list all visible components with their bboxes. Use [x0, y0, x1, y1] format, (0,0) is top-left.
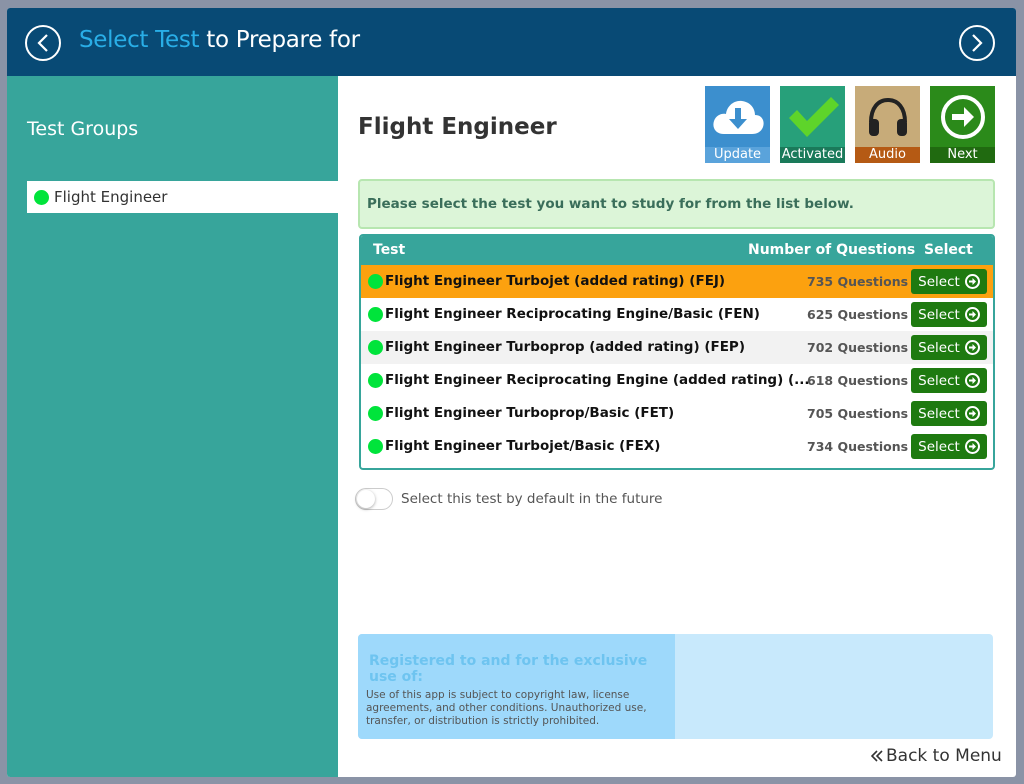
test-name: Flight Engineer Turboprop/Basic (FET)	[385, 405, 675, 421]
page-title: Select Test to Prepare for	[79, 27, 360, 53]
registration-box: Registered to and for the exclusive use …	[358, 634, 993, 739]
status-dot-icon	[368, 307, 383, 322]
select-button[interactable]: Select	[911, 434, 987, 459]
table-row[interactable]: Flight Engineer Turbojet/Basic (FEX) 734…	[361, 430, 993, 463]
test-name: Flight Engineer Reciprocating Engine/Bas…	[385, 306, 760, 322]
audio-button[interactable]: Audio	[855, 86, 920, 163]
status-dot-icon	[368, 439, 383, 454]
status-dot-icon	[368, 373, 383, 388]
select-button-label: Select	[918, 438, 960, 455]
column-header-count: Number of Questions	[748, 242, 916, 258]
arrow-circle-right-icon	[964, 340, 980, 355]
arrow-circle-right-icon	[964, 373, 980, 388]
checkmark-icon	[788, 96, 839, 137]
status-dot-icon	[368, 274, 383, 289]
select-button[interactable]: Select	[911, 269, 987, 294]
forward-button[interactable]	[959, 25, 995, 61]
select-button[interactable]: Select	[911, 335, 987, 360]
test-name: Flight Engineer Turbojet/Basic (FEX)	[385, 438, 661, 454]
header-bar: Select Test to Prepare for	[7, 8, 1016, 76]
question-count: 702 Questions	[807, 340, 909, 355]
table-row[interactable]: Flight Engineer Reciprocating Engine (ad…	[361, 364, 993, 397]
back-to-menu-link[interactable]: Back to Menu	[871, 746, 1002, 766]
select-button[interactable]: Select	[911, 401, 987, 426]
status-dot-icon	[368, 340, 383, 355]
test-table: Test Number of Questions Select Flight E…	[359, 234, 995, 470]
select-button[interactable]: Select	[911, 302, 987, 327]
test-name: Flight Engineer Turbojet (added rating) …	[385, 273, 726, 289]
next-label: Next	[930, 147, 995, 163]
test-name: Flight Engineer Turboprop (added rating)…	[385, 339, 745, 355]
question-count: 618 Questions	[807, 373, 909, 388]
activated-label: Activated	[780, 147, 845, 163]
double-chevron-left-icon	[871, 750, 883, 762]
arrow-circle-right-icon	[940, 94, 985, 139]
toggle-knob	[357, 490, 375, 508]
status-dot-icon	[368, 406, 383, 421]
registration-panel: Registered to and for the exclusive use …	[358, 634, 675, 739]
default-test-toggle[interactable]	[355, 488, 393, 510]
select-button[interactable]: Select	[911, 368, 987, 393]
audio-label: Audio	[855, 147, 920, 163]
chevron-right-icon	[972, 34, 983, 52]
page-title-accent: Select Test	[79, 27, 200, 53]
registration-title: Registered to and for the exclusive use …	[369, 653, 648, 685]
select-button-label: Select	[918, 372, 960, 389]
back-button[interactable]	[25, 25, 61, 61]
next-button[interactable]: Next	[930, 86, 995, 163]
update-button[interactable]: Update	[705, 86, 770, 163]
table-header: Test Number of Questions Select	[361, 236, 993, 265]
sidebar-heading: Test Groups	[27, 118, 139, 140]
headphones-icon	[868, 97, 907, 136]
table-row[interactable]: Flight Engineer Turboprop (added rating)…	[361, 331, 993, 364]
sidebar: Test Groups Flight Engineer	[7, 76, 338, 777]
section-title: Flight Engineer	[358, 114, 557, 140]
default-test-toggle-label: Select this test by default in the futur…	[401, 491, 663, 507]
question-count: 734 Questions	[807, 439, 909, 454]
question-count: 705 Questions	[807, 406, 909, 421]
select-button-label: Select	[918, 339, 960, 356]
instruction-banner: Please select the test you want to study…	[358, 179, 995, 229]
arrow-circle-right-icon	[964, 274, 980, 289]
copyright-notice: Use of this app is subject to copyright …	[366, 689, 647, 727]
sidebar-item-label: Flight Engineer	[54, 188, 168, 206]
arrow-circle-right-icon	[964, 307, 980, 322]
app-window: Select Test to Prepare for Test Groups F…	[7, 8, 1016, 777]
column-header-select: Select	[924, 242, 973, 258]
chevron-left-icon	[37, 34, 48, 52]
update-label: Update	[705, 147, 770, 163]
select-button-label: Select	[918, 405, 960, 422]
column-header-test: Test	[373, 242, 406, 258]
table-row[interactable]: Flight Engineer Turbojet (added rating) …	[361, 265, 993, 298]
question-count: 625 Questions	[807, 307, 909, 322]
arrow-circle-right-icon	[964, 406, 980, 421]
select-button-label: Select	[918, 273, 960, 290]
question-count: 735 Questions	[807, 274, 909, 289]
activated-button[interactable]: Activated	[780, 86, 845, 163]
select-button-label: Select	[918, 306, 960, 323]
status-dot-icon	[34, 189, 49, 205]
page-title-rest: to Prepare for	[199, 27, 360, 53]
table-row[interactable]: Flight Engineer Turboprop/Basic (FET) 70…	[361, 397, 993, 430]
arrow-circle-right-icon	[964, 439, 980, 454]
table-row[interactable]: Flight Engineer Reciprocating Engine/Bas…	[361, 298, 993, 331]
sidebar-item-flight-engineer[interactable]: Flight Engineer	[27, 181, 338, 213]
cloud-download-icon	[712, 100, 764, 134]
test-name: Flight Engineer Reciprocating Engine (ad…	[385, 372, 810, 388]
back-to-menu-label: Back to Menu	[886, 746, 1002, 766]
default-test-toggle-row: Select this test by default in the futur…	[355, 488, 662, 510]
